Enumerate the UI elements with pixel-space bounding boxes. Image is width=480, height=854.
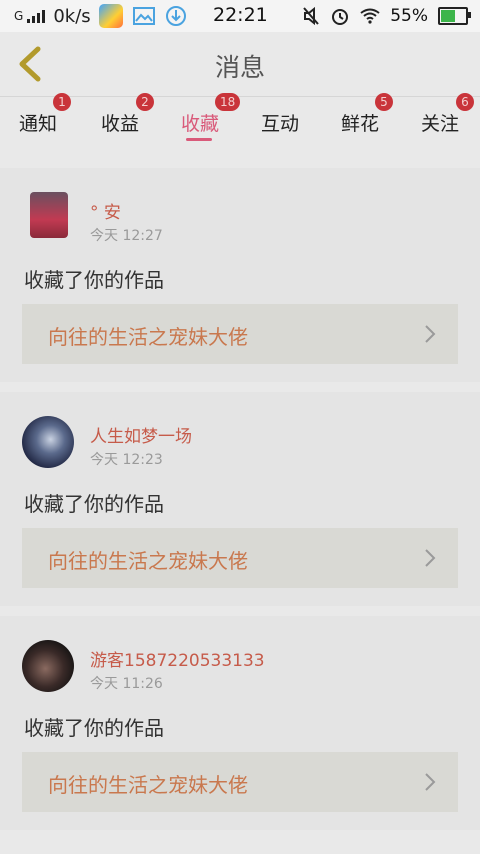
wifi-icon [360,8,380,24]
app-icon [98,4,123,28]
work-title: 向往的生活之宠妹大佬 [48,549,248,573]
list-item: 游客1587220533133 今天 11:26 收藏了你的作品 向往的生活之宠… [0,616,480,830]
work-title: 向往的生活之宠妹大佬 [48,773,248,797]
tab-label: 关注 [421,113,460,135]
data-rate: 0k/s [53,5,91,27]
gallery-icon [132,7,155,25]
tab-label: 收益 [101,113,140,135]
tab-earnings[interactable]: 收益 2 [101,93,154,136]
username[interactable]: 人生如梦一场 [90,422,192,447]
battery-icon [438,7,471,25]
action-text: 收藏了你的作品 [24,716,164,740]
tab-badge: 6 [456,93,474,111]
tab-badge: 18 [215,93,241,111]
page-title: 消息 [214,53,265,82]
work-link[interactable]: 向往的生活之宠妹大佬 [22,528,458,588]
network-type: G [14,9,24,23]
chevron-right-icon [425,549,436,567]
username[interactable]: ° 安 [90,198,121,223]
alarm-icon [332,9,349,25]
active-tab-indicator [186,138,212,141]
tab-favorites[interactable]: 收藏 18 [181,93,241,136]
tab-label: 鲜花 [341,113,380,135]
tab-bar: 通知 1 收益 2 收藏 18 互动 鲜花 5 关注 6 [0,93,480,151]
action-text: 收藏了你的作品 [24,492,164,516]
tab-badge: 5 [375,93,393,111]
list-item: ° 安 今天 12:27 收藏了你的作品 向往的生活之宠妹大佬 [0,168,480,382]
timestamp: 今天 12:23 [90,452,163,468]
action-text: 收藏了你的作品 [24,268,164,292]
work-title: 向往的生活之宠妹大佬 [48,325,248,349]
timestamp: 今天 12:27 [90,228,163,244]
avatar[interactable] [30,192,68,238]
tab-badge: 1 [53,93,71,111]
username[interactable]: 游客1587220533133 [90,646,265,671]
signal-icon [27,9,46,23]
avatar[interactable] [22,416,74,468]
tab-label: 互动 [261,113,300,135]
work-link[interactable]: 向往的生活之宠妹大佬 [22,304,458,364]
work-link[interactable]: 向往的生活之宠妹大佬 [22,752,458,812]
tab-label: 通知 [19,113,58,135]
app-header: 消息 [0,32,480,96]
clock: 22:21 [213,4,268,26]
tab-follow[interactable]: 关注 6 [421,93,474,136]
avatar[interactable] [22,640,74,692]
tab-badge: 2 [136,93,154,111]
status-bar: G 0k/s 22:21 55% [0,0,480,32]
tab-interact[interactable]: 互动 [261,109,299,136]
chevron-right-icon [425,325,436,343]
tab-flowers[interactable]: 鲜花 5 [341,93,393,136]
timestamp: 今天 11:26 [90,676,163,692]
list-item: 人生如梦一场 今天 12:23 收藏了你的作品 向往的生活之宠妹大佬 [0,392,480,606]
mute-icon [303,6,319,26]
battery-percent: 55% [390,6,428,26]
chevron-right-icon [425,773,436,791]
tab-label: 收藏 [181,113,220,135]
download-icon [165,6,186,26]
tab-notify[interactable]: 通知 1 [19,93,71,136]
